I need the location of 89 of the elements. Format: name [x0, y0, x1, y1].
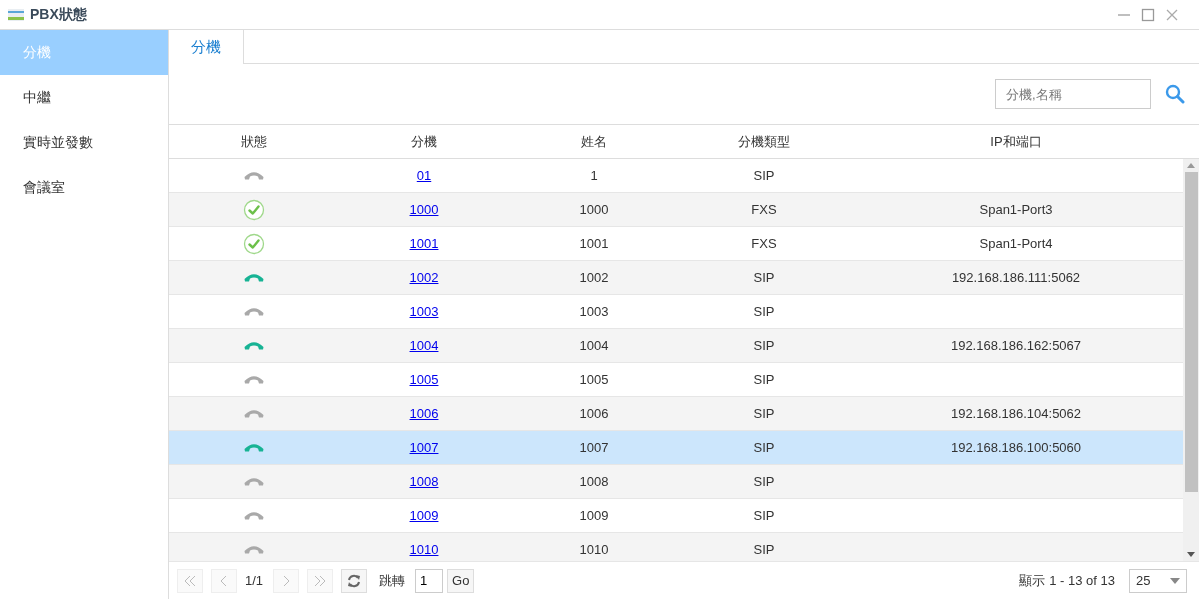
table-cell: SIP	[753, 304, 775, 319]
summary-label: 顯示	[1019, 571, 1046, 590]
table-cell: 1008	[579, 474, 609, 489]
double-left-chevron-icon	[184, 574, 196, 587]
table-cell: SIP	[753, 508, 775, 523]
table-cell: 192.168.186.111:5062	[951, 270, 1081, 285]
column-header[interactable]: IP和端口	[849, 132, 1183, 151]
phone-icon	[244, 307, 264, 316]
table-cell: 1006	[579, 406, 609, 421]
table-cell: 1002	[579, 270, 609, 285]
check-circle-icon	[243, 232, 265, 255]
table-cell: 1009	[579, 508, 609, 523]
next-page-button[interactable]	[273, 568, 300, 593]
table-cell: SIP	[753, 542, 775, 557]
table-cell: SIP	[753, 270, 775, 285]
record-summary: 1 - 13 of 13	[1049, 573, 1115, 588]
sidebar-item[interactable]: 實時並發數	[0, 120, 168, 165]
table-cell: Span1-Port3	[979, 202, 1053, 217]
sidebar-item[interactable]: 中繼	[0, 75, 168, 120]
page-size-select[interactable]: 25	[1129, 568, 1187, 593]
check-circle-icon	[243, 198, 265, 221]
column-header[interactable]: 分機類型	[679, 132, 849, 151]
refresh-button[interactable]	[341, 568, 368, 593]
previous-page-button[interactable]	[211, 568, 237, 593]
table-cell: SIP	[753, 440, 775, 455]
extension-link[interactable]: 01	[416, 168, 432, 183]
phone-icon	[244, 273, 264, 282]
phone-icon	[244, 375, 264, 384]
extension-link[interactable]: 1009	[409, 508, 439, 523]
page-input[interactable]: 1	[415, 568, 444, 593]
extension-link[interactable]: 1005	[409, 372, 439, 387]
extension-link[interactable]: 1008	[409, 474, 439, 489]
double-right-chevron-icon	[314, 574, 327, 587]
table-cell: 1003	[579, 304, 609, 319]
table-cell: FXS	[751, 202, 777, 217]
scroll-down-icon[interactable]	[1187, 552, 1195, 557]
window-title: PBX狀態	[30, 5, 87, 24]
tab[interactable]: 分機	[169, 30, 244, 64]
table-cell: 1004	[579, 338, 609, 353]
extension-link[interactable]: 1003	[409, 304, 439, 319]
table-cell: SIP	[753, 474, 775, 489]
table-cell: 192.168.186.104:5062	[950, 406, 1082, 421]
column-header[interactable]: 狀態	[169, 132, 339, 151]
close-icon[interactable]	[1165, 7, 1179, 22]
phone-icon	[244, 477, 264, 486]
scrollbar[interactable]	[1183, 159, 1199, 561]
table-cell: 1005	[579, 372, 609, 387]
table-cell: 1010	[579, 542, 609, 557]
extension-link[interactable]: 1006	[409, 406, 439, 421]
table-cell: SIP	[753, 372, 775, 387]
phone-icon	[244, 545, 264, 554]
extension-link[interactable]: 1010	[409, 542, 439, 557]
table-cell: SIP	[753, 338, 775, 353]
table-cell: 192.168.186.162:5067	[950, 338, 1082, 353]
table-cell: SIP	[753, 406, 775, 421]
first-page-button[interactable]	[177, 568, 203, 593]
table-cell: 1000	[579, 202, 609, 217]
scroll-thumb[interactable]	[1184, 172, 1198, 492]
table-cell: SIP	[753, 168, 775, 183]
phone-icon	[244, 409, 264, 418]
last-page-button[interactable]	[307, 568, 334, 593]
jump-label: 跳轉	[379, 571, 406, 590]
extension-link[interactable]: 1001	[409, 236, 439, 251]
search-icon[interactable]	[1165, 84, 1185, 104]
phone-icon	[244, 443, 264, 452]
go-button[interactable]: Go	[447, 568, 475, 593]
extension-link[interactable]: 1007	[409, 440, 439, 455]
page-indicator: 1/1	[245, 573, 264, 588]
extension-link[interactable]: 1004	[409, 338, 439, 353]
table-cell: Span1-Port4	[979, 236, 1053, 251]
phone-icon	[244, 511, 264, 520]
table-cell: 192.168.186.100:5060	[950, 440, 1082, 455]
phone-icon	[244, 341, 264, 350]
search-field[interactable]: 分機,名稱	[995, 79, 1151, 109]
dropdown-caret-icon	[1170, 577, 1180, 584]
maximize-icon[interactable]	[1141, 7, 1155, 22]
scroll-up-icon[interactable]	[1187, 163, 1195, 168]
refresh-icon	[347, 573, 362, 588]
table-cell: 1001	[579, 236, 609, 251]
table-cell: 1	[590, 168, 598, 183]
sidebar-item[interactable]: 會議室	[0, 165, 168, 210]
phone-icon	[244, 171, 264, 180]
extension-link[interactable]: 1002	[409, 270, 439, 285]
table-cell: 1007	[579, 440, 609, 455]
column-header[interactable]: 分機	[339, 132, 509, 151]
column-header[interactable]: 姓名	[509, 132, 679, 151]
table-cell: FXS	[751, 236, 777, 251]
app-logo-icon	[8, 8, 24, 21]
extension-link[interactable]: 1000	[409, 202, 439, 217]
